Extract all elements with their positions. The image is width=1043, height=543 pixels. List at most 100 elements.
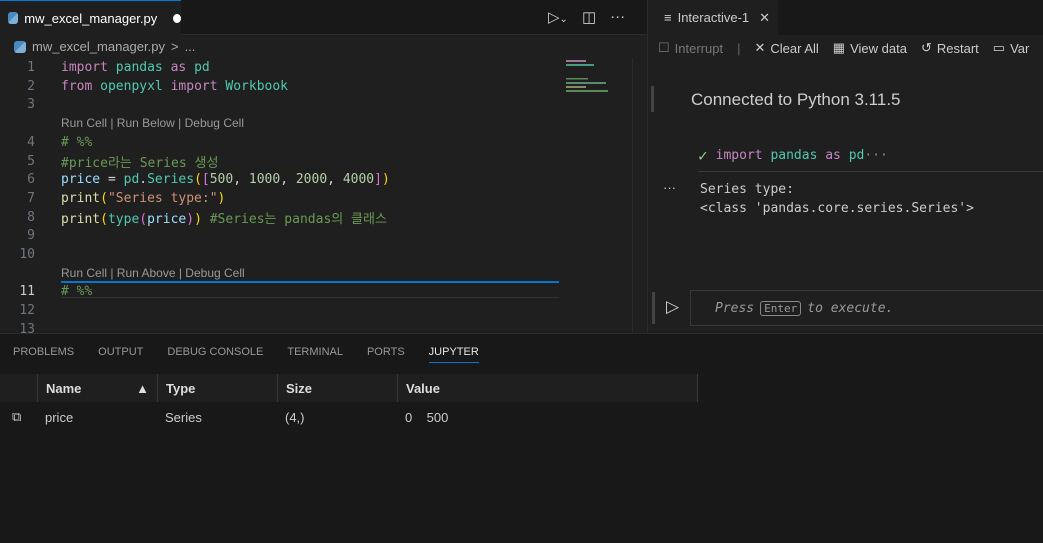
code-token: as xyxy=(825,148,841,163)
open-data-viewer-icon[interactable]: ⧉ xyxy=(0,402,37,432)
code-token: , xyxy=(233,172,249,188)
line-number: 2 xyxy=(27,78,35,94)
input-hint: to execute. xyxy=(807,300,894,316)
variables-button[interactable]: ▭ Var xyxy=(993,40,1030,56)
code-line[interactable]: 8 print(type(price)) #Series는 pandas의 클래스 xyxy=(0,208,560,227)
code-token: Workbook xyxy=(225,78,289,94)
code-token: price xyxy=(147,211,187,227)
code-token: "Series type:" xyxy=(107,190,218,206)
interactive-window: ≡ Interactive-1 ✕ ☐ Interrupt | ✕ Clear Al… xyxy=(647,0,1043,333)
restart-label: Restart xyxy=(936,40,979,56)
clear-all-button[interactable]: ✕ Clear All xyxy=(754,40,818,56)
line-number: 9 xyxy=(27,228,35,244)
code-token: as xyxy=(170,60,187,75)
restart-button[interactable]: ↺ Restart xyxy=(921,40,979,56)
minimap[interactable] xyxy=(563,58,613,178)
code-token: openpyxl xyxy=(100,78,163,94)
sort-ascending-icon: ▲ xyxy=(136,380,149,396)
code-token: [ xyxy=(201,172,210,188)
view-data-button[interactable]: ▦ View data xyxy=(833,40,907,56)
line-number: 4 xyxy=(27,134,35,150)
view-data-label: View data xyxy=(850,40,907,56)
cell-focus-bar xyxy=(651,86,654,112)
close-icon[interactable]: ✕ xyxy=(759,10,770,26)
tab-debug-console[interactable]: DEBUG CONSOLE xyxy=(167,346,263,363)
column-name[interactable]: Name ▲ xyxy=(37,374,157,402)
code-line[interactable]: 7 print("Series type:") xyxy=(0,189,560,208)
output-more-icon[interactable]: ··· xyxy=(663,180,676,195)
code-line[interactable]: 12 xyxy=(0,301,560,320)
code-token: = xyxy=(100,172,124,188)
line-number: 3 xyxy=(27,97,35,113)
bottom-panel: PROBLEMS OUTPUT DEBUG CONSOLE TERMINAL P… xyxy=(0,333,1043,543)
code-editor[interactable]: 1 import pandas as pd 2 from openpyxl impor… xyxy=(0,58,632,337)
variables-icon: ▭ xyxy=(992,40,1006,55)
tab-mw-excel-manager[interactable]: mw_excel_manager.py xyxy=(0,0,181,35)
code-token: pd xyxy=(123,172,140,188)
tab-jupyter[interactable]: JUPYTER xyxy=(428,346,479,363)
tab-label: Interactive-1 xyxy=(677,10,750,25)
tab-output[interactable]: OUTPUT xyxy=(98,346,143,363)
editor-scrollbar[interactable] xyxy=(632,58,647,333)
codelens-run-cell[interactable]: Run Cell | Run Above | Debug Cell xyxy=(61,264,245,282)
code-token: # %% xyxy=(61,134,93,150)
code-token: ( xyxy=(139,211,148,227)
close-icon: ✕ xyxy=(754,40,766,55)
cell-type: Series xyxy=(165,409,202,425)
column-type[interactable]: Type xyxy=(157,374,277,402)
output-line: Series type: xyxy=(700,182,794,197)
code-token: print xyxy=(61,211,101,227)
line-number: 12 xyxy=(19,303,35,319)
code-token: ) xyxy=(217,190,226,206)
expand-cell-icon[interactable]: ··· xyxy=(864,148,887,163)
code-line[interactable]: 2 from openpyxl import Workbook xyxy=(0,77,560,96)
breadcrumb-file[interactable]: mw_excel_manager.py xyxy=(32,39,165,54)
interrupt-button[interactable]: ☐ Interrupt xyxy=(658,40,723,56)
tab-problems[interactable]: PROBLEMS xyxy=(13,346,74,363)
tab-label: mw_excel_manager.py xyxy=(24,10,158,26)
tab-interactive-1[interactable]: ≡ Interactive-1 ✕ xyxy=(648,0,778,35)
table-row[interactable]: ⧉ price Series (4,) 0 500 xyxy=(0,402,698,432)
clear-all-label: Clear All xyxy=(770,40,819,56)
breadcrumb-separator: > xyxy=(170,39,179,54)
executed-cell-summary[interactable]: ✓ import pandas as pd··· xyxy=(698,146,1043,172)
line-number: 7 xyxy=(27,190,35,206)
column-label: Name xyxy=(46,380,82,396)
python-file-icon xyxy=(14,40,26,53)
interactive-input[interactable]: Press Enter to execute. xyxy=(690,290,1043,326)
code-token: , xyxy=(280,172,296,188)
code-line[interactable]: 3 xyxy=(0,95,560,114)
unsaved-dot-icon[interactable] xyxy=(173,13,181,23)
cell-output: Series type: <class 'pandas.core.series.… xyxy=(700,180,974,218)
breadcrumb-symbol[interactable]: ... xyxy=(185,39,196,54)
code-line[interactable]: 4 # %% xyxy=(0,133,560,152)
code-token: Series xyxy=(147,172,195,188)
run-icon[interactable]: ▷⌄ xyxy=(548,8,568,26)
code-line[interactable]: 9 xyxy=(0,226,560,245)
code-line[interactable]: 10 xyxy=(0,245,560,264)
code-token: type xyxy=(107,211,140,227)
more-actions-icon[interactable]: ··· xyxy=(610,8,625,26)
split-editor-icon[interactable]: ◫ xyxy=(582,8,596,26)
code-token: import xyxy=(61,60,108,75)
code-token: pd xyxy=(848,148,865,163)
current-line-highlight xyxy=(61,297,559,298)
line-number: 1 xyxy=(27,60,35,75)
code-line[interactable]: 1 import pandas as pd xyxy=(0,58,560,77)
codelens-run-cell[interactable]: Run Cell | Run Below | Debug Cell xyxy=(61,114,244,132)
tab-ports[interactable]: PORTS xyxy=(367,346,405,363)
code-token: ( xyxy=(100,211,108,227)
restart-icon: ↺ xyxy=(920,40,932,55)
line-number: 6 xyxy=(27,172,35,188)
code-line[interactable]: 6 price = pd.Series([500, 1000, 2000, 400… xyxy=(0,170,560,189)
input-focus-bar xyxy=(652,292,655,324)
tab-terminal[interactable]: TERMINAL xyxy=(287,346,343,363)
code-line[interactable]: 5 #price라는 Series 생성 xyxy=(0,152,560,171)
column-value[interactable]: Value xyxy=(397,374,698,402)
run-input-icon[interactable]: ▷ xyxy=(666,297,679,317)
column-size[interactable]: Size xyxy=(277,374,397,402)
code-line[interactable]: 11 # %% xyxy=(0,282,560,301)
